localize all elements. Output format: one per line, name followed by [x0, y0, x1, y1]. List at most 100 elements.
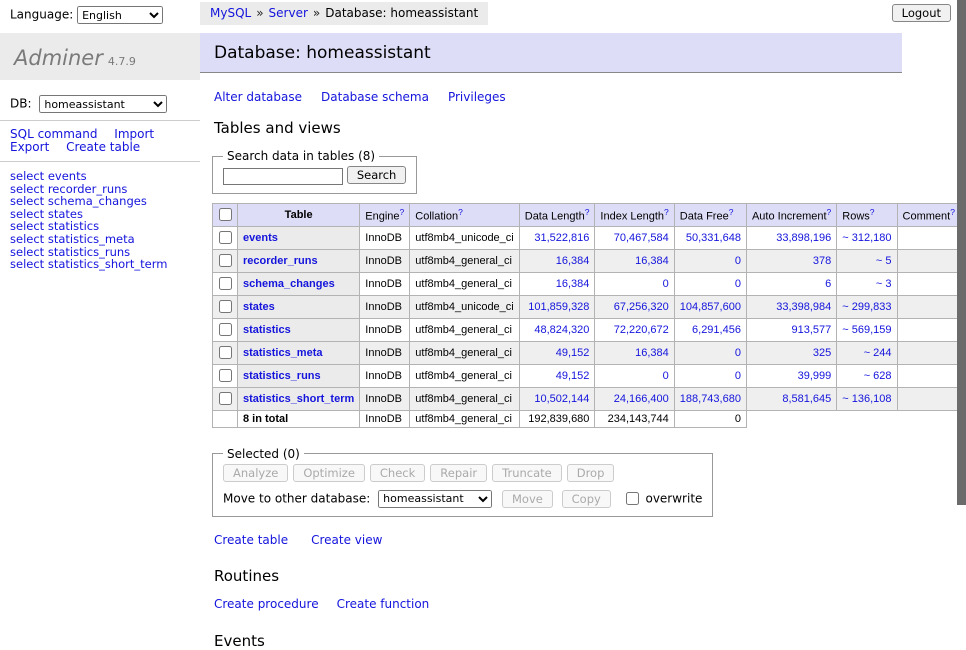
data-length-cell-link[interactable]: 16,384	[556, 278, 590, 290]
data-length-cell-link[interactable]: 48,824,320	[534, 324, 589, 336]
table-name-link[interactable]: events	[243, 232, 278, 244]
auto-increment-cell-link[interactable]: 8,581,645	[782, 393, 831, 405]
index-length-cell-link[interactable]: 0	[663, 370, 669, 382]
search-button[interactable]: Search	[347, 166, 407, 184]
index-length-cell-link[interactable]: 16,384	[635, 347, 669, 359]
row-checkbox[interactable]	[219, 231, 232, 244]
bulk-optimize-button[interactable]: Optimize	[293, 464, 365, 482]
bulk-check-button[interactable]: Check	[370, 464, 425, 482]
data-length-cell-link[interactable]: 101,859,328	[528, 301, 589, 313]
sidebar-table-link[interactable]: select schema_changes	[10, 195, 200, 208]
rows-cell-link[interactable]: ~ 299,833	[842, 301, 891, 313]
table-name-link[interactable]: statistics_runs	[243, 370, 321, 382]
help-link[interactable]: ?	[458, 207, 463, 217]
rows-cell-link[interactable]: ~ 136,108	[842, 393, 891, 405]
data-free-cell-link[interactable]: 188,743,680	[680, 393, 741, 405]
rows-cell-link[interactable]: ~ 5	[876, 255, 892, 267]
data-length-cell-link[interactable]: 10,502,144	[534, 393, 589, 405]
index-length-cell-link[interactable]: 24,166,400	[614, 393, 669, 405]
select-all-checkbox[interactable]	[219, 208, 232, 221]
help-link[interactable]: ?	[664, 207, 669, 217]
overwrite-checkbox[interactable]	[626, 492, 639, 505]
move-button[interactable]: Move	[502, 490, 553, 508]
row-checkbox[interactable]	[219, 369, 232, 382]
auto-increment-cell-link[interactable]: 6	[825, 278, 831, 290]
sidebar-table-link[interactable]: select statistics_meta	[10, 233, 200, 246]
help-link[interactable]: ?	[729, 207, 734, 217]
search-input[interactable]	[223, 168, 343, 185]
table-name-link[interactable]: recorder_runs	[243, 255, 318, 267]
row-checkbox[interactable]	[219, 254, 232, 267]
data-free-cell-link[interactable]: 0	[735, 370, 741, 382]
copy-button[interactable]: Copy	[562, 490, 611, 508]
auto-increment-cell-link[interactable]: 33,898,196	[776, 232, 831, 244]
db-select[interactable]: homeassistant	[39, 95, 167, 113]
row-checkbox[interactable]	[219, 300, 232, 313]
routine-link[interactable]: Create procedure	[214, 597, 319, 611]
table-name-link[interactable]: statistics_short_term	[243, 393, 354, 405]
row-checkbox[interactable]	[219, 323, 232, 336]
auto-increment-cell-link[interactable]: 378	[813, 255, 831, 267]
breadcrumb-link[interactable]: Server	[269, 6, 308, 20]
sidebar-link[interactable]: Import	[114, 127, 154, 141]
database-action-link[interactable]: Database schema	[321, 90, 429, 104]
bulk-analyze-button[interactable]: Analyze	[223, 464, 288, 482]
help-link[interactable]: ?	[400, 207, 405, 217]
help-link[interactable]: ?	[870, 207, 875, 217]
routine-link[interactable]: Create function	[337, 597, 430, 611]
sidebar-link[interactable]: Create table	[66, 140, 140, 154]
row-checkbox[interactable]	[219, 392, 232, 405]
data-length-cell-link[interactable]: 16,384	[556, 255, 590, 267]
table-name-link[interactable]: statistics	[243, 324, 291, 336]
create-link[interactable]: Create view	[311, 533, 382, 547]
data-free-cell-link[interactable]: 0	[735, 347, 741, 359]
data-free-cell-link[interactable]: 50,331,648	[686, 232, 741, 244]
data-length-cell-link[interactable]: 49,152	[556, 347, 590, 359]
table-name-link[interactable]: states	[243, 301, 275, 313]
comment-cell	[897, 226, 960, 249]
auto-increment-cell-link[interactable]: 39,999	[798, 370, 832, 382]
bulk-drop-button[interactable]: Drop	[567, 464, 615, 482]
help-link[interactable]: ?	[585, 207, 590, 217]
breadcrumb-link[interactable]: MySQL	[210, 6, 251, 20]
index-length-cell-link[interactable]: 72,220,672	[614, 324, 669, 336]
data-free-cell-link[interactable]: 6,291,456	[692, 324, 741, 336]
table-name-link[interactable]: schema_changes	[243, 278, 335, 290]
move-database-select[interactable]: homeassistant	[378, 490, 492, 508]
rows-cell-link[interactable]: ~ 569,159	[842, 324, 891, 336]
language-select[interactable]: English	[77, 6, 163, 24]
data-length-cell-link[interactable]: 49,152	[556, 370, 590, 382]
bulk-repair-button[interactable]: Repair	[430, 464, 487, 482]
bulk-truncate-button[interactable]: Truncate	[492, 464, 562, 482]
database-action-link[interactable]: Privileges	[448, 90, 506, 104]
rows-cell-link[interactable]: ~ 312,180	[842, 232, 891, 244]
auto-increment-cell-link[interactable]: 913,577	[792, 324, 832, 336]
help-link[interactable]: ?	[827, 207, 832, 217]
column-header: Collation?	[410, 203, 519, 226]
rows-cell-link[interactable]: ~ 3	[876, 278, 892, 290]
rows-cell-link[interactable]: ~ 628	[864, 370, 892, 382]
data-free-cell-link[interactable]: 0	[735, 278, 741, 290]
auto-increment-cell-link[interactable]: 33,398,984	[776, 301, 831, 313]
auto-increment-cell-link[interactable]: 325	[813, 347, 831, 359]
row-checkbox[interactable]	[219, 277, 232, 290]
scrollbar-thumb[interactable]	[957, 0, 966, 505]
rows-cell-link[interactable]: ~ 244	[864, 347, 892, 359]
sidebar-table-link[interactable]: select statistics_short_term	[10, 258, 200, 271]
index-length-cell-link[interactable]: 16,384	[635, 255, 669, 267]
data-length-cell-link[interactable]: 31,522,816	[534, 232, 589, 244]
create-link[interactable]: Create table	[214, 533, 288, 547]
index-length-cell-link[interactable]: 67,256,320	[614, 301, 669, 313]
sidebar-link[interactable]: Export	[10, 140, 49, 154]
logout-button[interactable]: Logout	[892, 4, 951, 22]
help-link[interactable]: ?	[950, 207, 955, 217]
index-length-cell-link[interactable]: 70,467,584	[614, 232, 669, 244]
table-name-link[interactable]: statistics_meta	[243, 347, 323, 359]
row-checkbox[interactable]	[219, 346, 232, 359]
sidebar-table-link[interactable]: select events	[10, 170, 200, 183]
index-length-cell-link[interactable]: 0	[663, 278, 669, 290]
data-free-cell-link[interactable]: 104,857,600	[680, 301, 741, 313]
sidebar-link[interactable]: SQL command	[10, 127, 97, 141]
data-free-cell-link[interactable]: 0	[735, 255, 741, 267]
database-action-link[interactable]: Alter database	[214, 90, 302, 104]
